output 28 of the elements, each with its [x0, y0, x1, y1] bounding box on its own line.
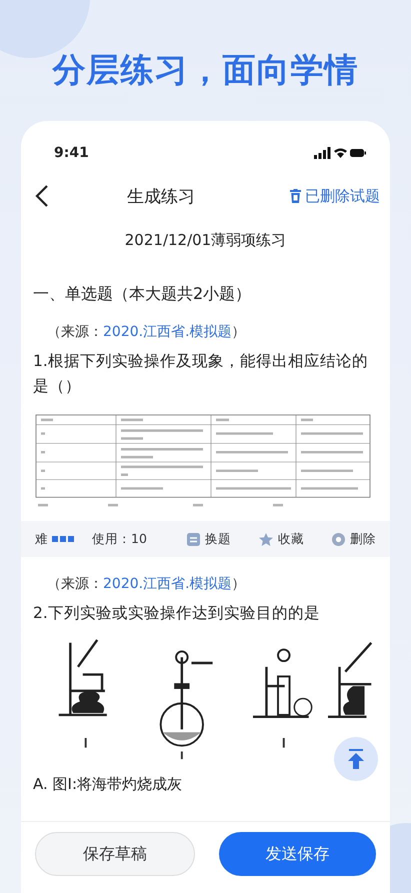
source-line: （来源：2020.江西省.模拟题）	[47, 575, 247, 593]
favorite-button[interactable]: 收藏	[258, 530, 304, 548]
status-icons	[314, 147, 366, 159]
answer-option[interactable]: A. 图I:将海带灼烧成灰	[33, 775, 378, 794]
usage-count: 使用：10	[92, 530, 147, 548]
difficulty-label: 难	[35, 530, 48, 548]
arrow-up-icon	[347, 749, 365, 769]
deleted-questions-link[interactable]: 已删除试题	[290, 186, 380, 206]
page-title: 生成练习	[127, 186, 195, 208]
send-save-button[interactable]: 发送保存	[219, 832, 376, 876]
save-draft-button[interactable]: 保存草稿	[35, 832, 195, 876]
source-line: （来源：2020.江西省.模拟题）	[47, 323, 247, 341]
status-time: 9:41	[54, 145, 89, 161]
delete-icon	[332, 532, 345, 546]
question-text: 2.下列实验或实验操作达到实验目的的是	[33, 603, 321, 624]
swap-button[interactable]: 换题	[186, 530, 231, 548]
section-title: 一、单选题（本大题共2小题）	[33, 284, 252, 305]
source-link[interactable]: 2020.江西省.模拟题	[103, 324, 232, 340]
source-link[interactable]: 2020.江西省.模拟题	[103, 576, 232, 592]
headline: 分层练习，面向学情	[51, 49, 360, 91]
back-icon[interactable]	[35, 184, 49, 208]
delete-button[interactable]: 删除	[332, 530, 376, 548]
paper-title: 2021/12/01薄弱项练习	[124, 231, 288, 250]
star-icon	[258, 532, 273, 546]
trash-icon	[290, 189, 301, 203]
scroll-to-top-button[interactable]	[334, 737, 378, 781]
swap-icon	[186, 532, 200, 546]
question-text: 1.根据下列实验操作及现象，能得出相应结论的是（）	[33, 351, 369, 397]
